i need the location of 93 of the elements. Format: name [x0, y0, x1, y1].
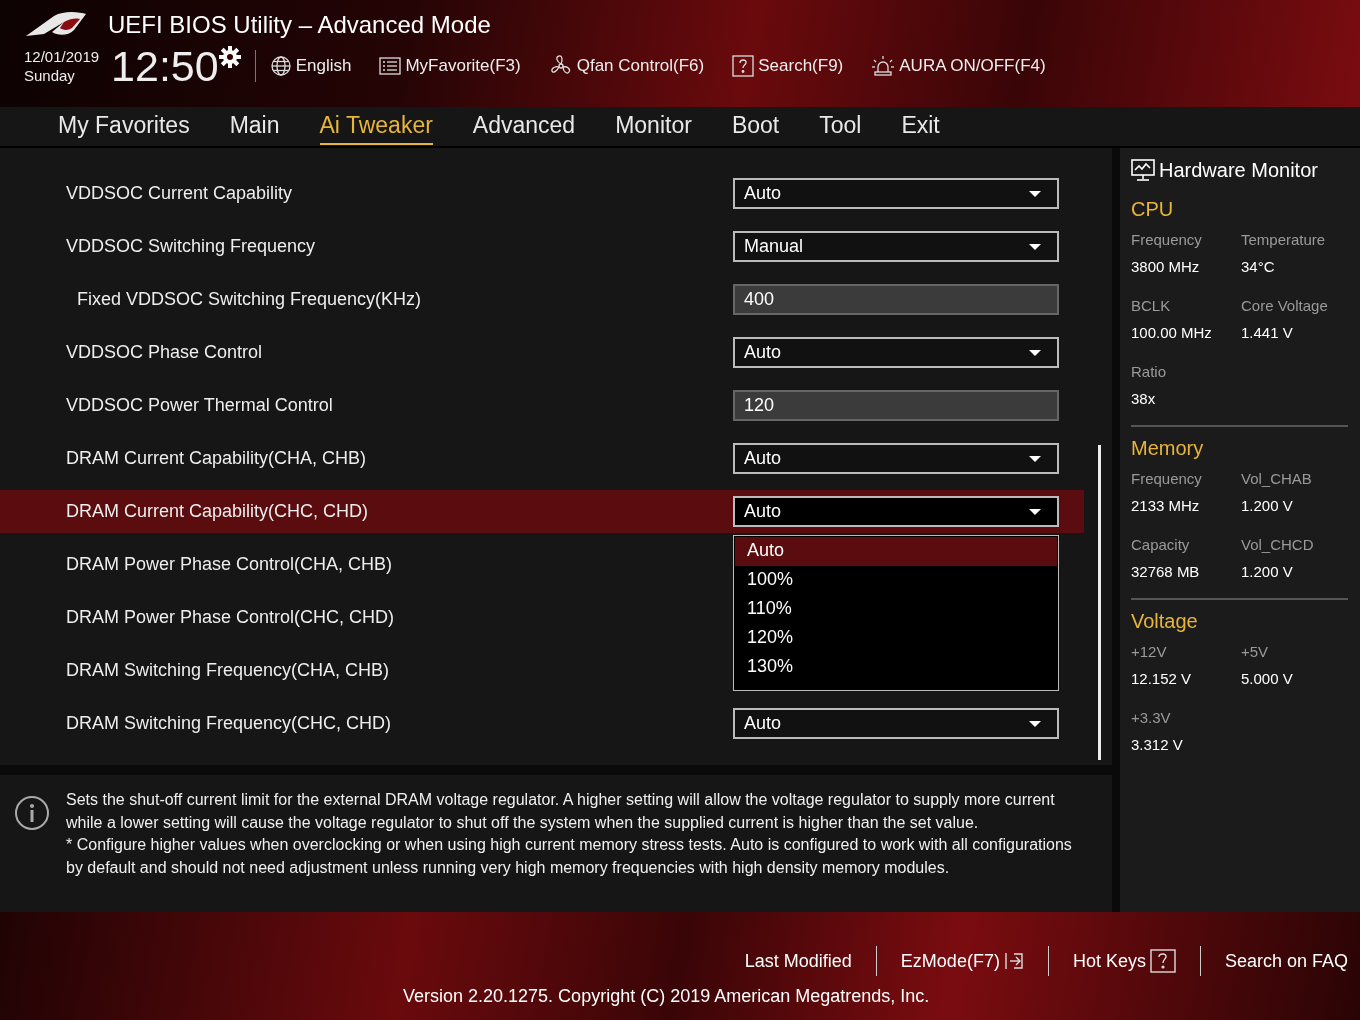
reading-label: Temperature — [1241, 231, 1327, 248]
reading-label: Vol_CHAB — [1241, 470, 1313, 487]
panel-title: Hardware Monitor — [1159, 158, 1318, 182]
day-text: Sunday — [24, 66, 76, 85]
dropdown-field[interactable]: Auto — [733, 178, 1059, 209]
setting-label[interactable]: VDDSOC Switching Frequency — [66, 236, 733, 257]
tab[interactable]: Ai Tweaker — [319, 108, 433, 145]
tab[interactable]: Main — [229, 108, 280, 145]
input-field[interactable]: 400 — [733, 284, 1059, 315]
menu-option[interactable]: 110% — [735, 595, 1057, 624]
setting-label[interactable]: DRAM Power Phase Control(CHA, CHB) — [66, 554, 733, 575]
setting-label[interactable]: VDDSOC Power Thermal Control — [66, 395, 733, 416]
footer-link[interactable]: EzMode(F7) — [900, 950, 1024, 972]
tab[interactable]: Boot — [731, 108, 780, 145]
caret-icon — [1029, 455, 1041, 462]
menu-option[interactable]: 100% — [735, 566, 1057, 595]
toolbar-button[interactable]: AURA ON/OFF(F4) — [871, 55, 1046, 77]
dropdown-field[interactable]: Auto — [733, 708, 1059, 739]
reading-value: 5.000 V — [1241, 670, 1294, 687]
reading-label: Frequency — [1131, 470, 1203, 487]
reading-value: 32768 MB — [1131, 563, 1201, 580]
tab[interactable]: Exit — [901, 108, 940, 145]
reading-value: 3800 MHz — [1131, 258, 1201, 275]
setting-label: DRAM Current Capability(CHC, CHD) — [66, 501, 370, 522]
caret-icon — [1029, 190, 1041, 197]
help-text: * Configure higher values when overclocking or when using high current memory stress tests. Auto is configured to work with all configurations by default and should not need adjustment unless running very high memory frequencies with high density memory modules. — [66, 835, 1073, 878]
caret-icon — [1029, 349, 1041, 356]
footer-link[interactable]: Last Modified — [744, 950, 852, 972]
monitor-icon — [1131, 158, 1155, 182]
setting-label[interactable]: VDDSOC Current Capability — [66, 183, 733, 204]
section-title: Memory — [1131, 437, 1205, 460]
list-icon — [379, 57, 402, 75]
menu-option[interactable]: 120% — [735, 624, 1057, 653]
toolbar-button[interactable]: Qfan Control(F6) — [548, 54, 705, 78]
tab[interactable]: Advanced — [472, 108, 576, 145]
toolbar-button[interactable]: English — [269, 55, 352, 77]
setting-label[interactable]: VDDSOC Phase Control — [66, 342, 733, 363]
menu-option[interactable]: 130% — [735, 653, 1057, 682]
setting-label[interactable]: DRAM Switching Frequency(CHA, CHB) — [66, 660, 733, 681]
reading-value: 34°C — [1241, 258, 1276, 275]
reading-label: Capacity — [1131, 536, 1191, 553]
tab[interactable]: Tool — [819, 108, 862, 145]
reading-value: 100.00 MHz — [1131, 324, 1213, 341]
setting-label[interactable]: Fixed VDDSOC Switching Frequency(KHz) — [77, 289, 733, 310]
dropdown-field[interactable]: Auto — [733, 337, 1059, 368]
settings-icon[interactable] — [218, 46, 241, 68]
scrollbar[interactable] — [1098, 445, 1101, 760]
footer-link[interactable]: Search on FAQ — [1224, 950, 1348, 972]
tab[interactable]: Monitor — [615, 108, 692, 145]
section-title: CPU — [1131, 198, 1175, 221]
setting-label[interactable]: DRAM Switching Frequency(CHC, CHD) — [66, 713, 733, 734]
reading-label: Core Voltage — [1241, 297, 1329, 314]
toolbar-button[interactable]: MyFavorite(F3) — [379, 56, 521, 76]
reading-label: Vol_CHCD — [1241, 536, 1315, 553]
window-title: UEFI BIOS Utility – Advanced Mode — [108, 11, 491, 39]
globe-icon — [269, 55, 292, 77]
info-icon — [14, 795, 50, 831]
reading-label: BCLK — [1131, 297, 1172, 314]
reading-label: Frequency — [1131, 231, 1203, 248]
reading-label: +12V — [1131, 643, 1168, 660]
help-icon — [1149, 949, 1176, 973]
dropdown-field[interactable]: Manual — [733, 231, 1059, 262]
reading-value: 1.441 V — [1241, 324, 1294, 341]
selected-row[interactable]: DRAM Current Capability(CHC, CHD) Auto — [0, 490, 1084, 533]
caret-icon — [1029, 720, 1041, 727]
reading-value: 12.152 V — [1131, 670, 1193, 687]
caret-icon — [1029, 243, 1041, 250]
reading-value: 1.200 V — [1241, 563, 1294, 580]
lamp-icon — [871, 55, 896, 77]
reading-label: +3.3V — [1131, 709, 1172, 726]
reading-label: Ratio — [1131, 363, 1168, 380]
dropdown-field[interactable]: Auto — [733, 443, 1059, 474]
reading-value: 38x — [1131, 390, 1157, 407]
help-text: Sets the shut-off current limit for the external DRAM voltage regulator. A higher setting will allow the voltage regulator to supply more current while a lower setting will cause the voltage regulator to shut off the system when the supplied current is higher than the set value. — [66, 790, 1056, 833]
date-text: 12/01/2019 — [24, 47, 100, 66]
menu-option[interactable]: Auto — [735, 537, 1057, 566]
reading-value: 3.312 V — [1131, 736, 1184, 753]
reading-label: +5V — [1241, 643, 1270, 660]
dropdown-field[interactable]: Auto — [733, 496, 1059, 527]
clock-text: 12:50 — [111, 44, 219, 88]
caret-icon — [1029, 508, 1041, 515]
help-icon — [732, 55, 755, 77]
reading-value: 1.200 V — [1241, 497, 1294, 514]
version-text: Version 2.20.1275. Copyright (C) 2019 American Megatrends, Inc. — [403, 986, 930, 1007]
setting-label[interactable]: DRAM Current Capability(CHA, CHB) — [66, 448, 733, 469]
exit-icon — [1003, 951, 1024, 971]
footer-link[interactable]: Hot Keys — [1072, 949, 1176, 973]
tab[interactable]: My Favorites — [58, 108, 190, 145]
toolbar-button[interactable]: Search(F9) — [732, 55, 844, 77]
setting-label[interactable]: DRAM Power Phase Control(CHC, CHD) — [66, 607, 733, 628]
input-field[interactable]: 120 — [733, 390, 1059, 421]
section-title: Voltage — [1131, 610, 1199, 633]
reading-value: 2133 MHz — [1131, 497, 1201, 514]
